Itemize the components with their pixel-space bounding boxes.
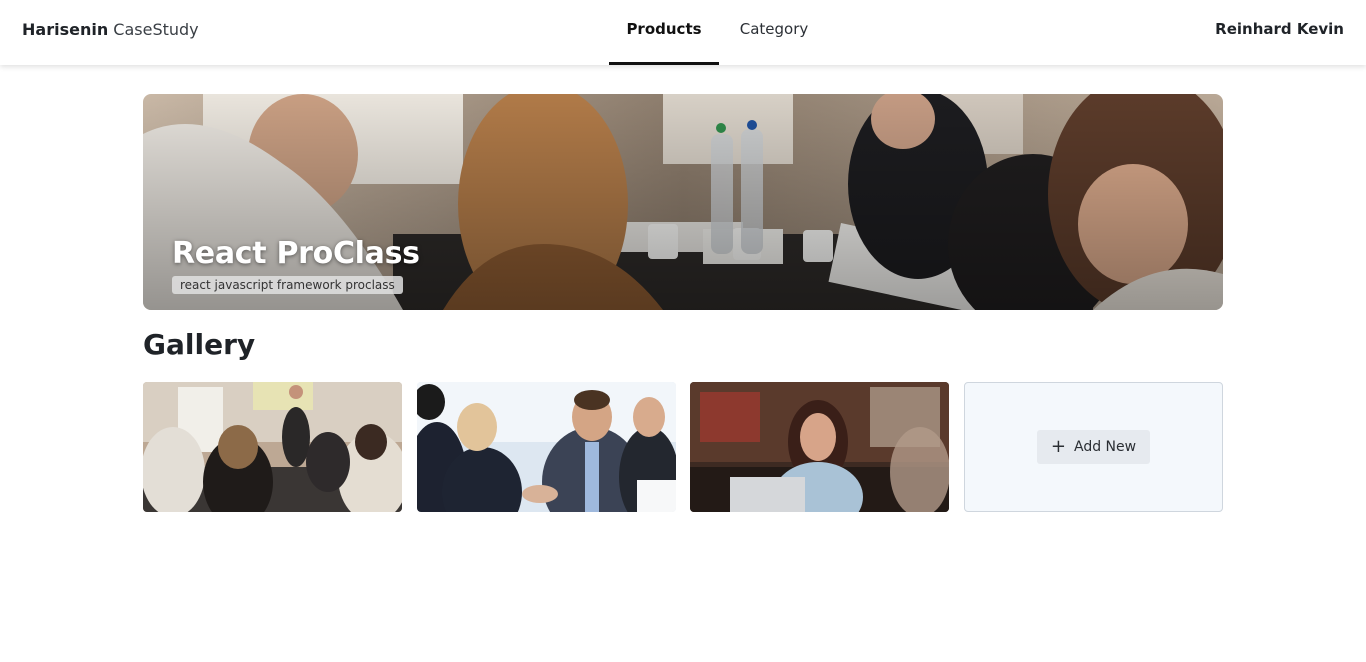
brand-name: Harisenin bbox=[22, 20, 109, 39]
brand-suffix: CaseStudy bbox=[113, 20, 199, 39]
gallery-image-cafe-laptop[interactable] bbox=[690, 382, 949, 512]
add-new-button[interactable]: + Add New bbox=[1036, 430, 1151, 464]
hero-banner: React ProClass react javascript framewor… bbox=[143, 94, 1223, 310]
add-new-card[interactable]: + Add New bbox=[964, 382, 1223, 512]
gallery-photo-1 bbox=[143, 382, 402, 512]
hero-title: React ProClass bbox=[172, 236, 420, 271]
gallery-photo-3 bbox=[690, 382, 949, 512]
gallery-image-classroom[interactable] bbox=[143, 382, 402, 512]
user-name[interactable]: Reinhard Kevin bbox=[1215, 20, 1344, 38]
plus-icon: + bbox=[1050, 436, 1066, 457]
main-tabs: Products Category bbox=[609, 0, 829, 65]
brand-logo[interactable]: Harisenin CaseStudy bbox=[22, 20, 199, 40]
top-navbar: Harisenin CaseStudy Products Category Re… bbox=[0, 0, 1366, 65]
gallery-heading: Gallery bbox=[143, 328, 256, 361]
tab-products[interactable]: Products bbox=[609, 0, 719, 65]
gallery-photo-2 bbox=[417, 382, 676, 512]
gallery-image-business-meeting[interactable] bbox=[417, 382, 676, 512]
add-new-label: Add New bbox=[1074, 439, 1137, 455]
gallery-grid: + Add New bbox=[143, 382, 1223, 512]
tab-category[interactable]: Category bbox=[719, 0, 829, 65]
hero-subtitle: react javascript framework proclass bbox=[172, 276, 403, 294]
